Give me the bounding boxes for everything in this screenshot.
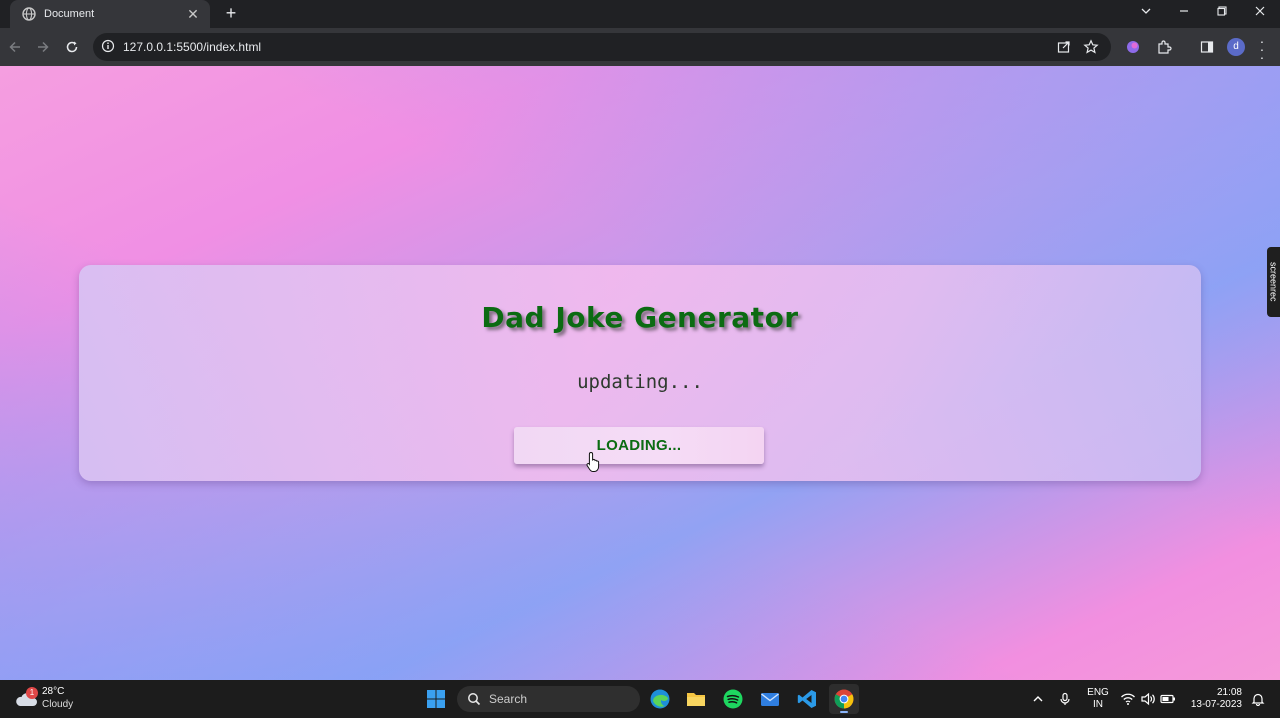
search-label: Search <box>489 692 528 706</box>
browser-toolbar: 127.0.0.1:5500/index.html d · · · <box>0 28 1280 66</box>
menu-kebab-icon[interactable]: · · · <box>1257 34 1267 64</box>
weather-condition: Cloudy <box>42 699 74 710</box>
edge-browser-icon[interactable] <box>649 688 671 710</box>
chrome-icon[interactable] <box>833 688 855 710</box>
reload-icon[interactable] <box>62 37 82 57</box>
screenrec-label: screenrec <box>1268 262 1279 302</box>
vscode-icon[interactable] <box>796 688 818 710</box>
clock-date: 13-07-2023 <box>1190 699 1242 710</box>
forward-arrow-icon[interactable] <box>33 37 53 57</box>
weather-notification-badge: 1 <box>26 686 38 699</box>
notification-bell-icon[interactable] <box>1250 691 1266 707</box>
battery-icon[interactable] <box>1160 691 1176 707</box>
minimize-icon[interactable] <box>1174 4 1194 22</box>
back-arrow-icon[interactable] <box>5 37 25 57</box>
bookmark-star-icon[interactable] <box>1083 39 1099 55</box>
address-bar[interactable]: 127.0.0.1:5500/index.html <box>93 33 1111 61</box>
page-title: Dad Joke Generator <box>481 301 799 334</box>
weather-temperature: 28°C <box>42 686 65 697</box>
microphone-icon[interactable] <box>1057 691 1073 707</box>
weather-widget[interactable]: 1 28°C Cloudy <box>14 686 73 711</box>
windows-start-icon[interactable] <box>426 689 446 709</box>
close-window-icon[interactable] <box>1250 4 1270 22</box>
system-clock[interactable]: 21:08 13-07-2023 <box>1186 687 1242 711</box>
extensions-puzzle-icon[interactable] <box>1156 39 1172 55</box>
joke-button[interactable]: LOADING... <box>514 427 764 464</box>
spotify-icon[interactable] <box>722 688 744 710</box>
tab-title: Document <box>44 8 95 20</box>
side-panel-icon[interactable] <box>1199 39 1215 55</box>
windows-taskbar: 1 28°C Cloudy Search ENG IN 21:08 13-07-… <box>0 680 1280 718</box>
clock-time: 21:08 <box>1216 687 1242 698</box>
url-text: 127.0.0.1:5500/index.html <box>123 40 262 54</box>
volume-icon[interactable] <box>1140 691 1156 707</box>
lang-secondary: IN <box>1093 699 1103 710</box>
joke-card: Dad Joke Generator updating... LOADING..… <box>79 265 1201 481</box>
page-viewport: Dad Joke Generator updating... LOADING..… <box>0 66 1280 680</box>
wifi-icon[interactable] <box>1120 691 1136 707</box>
mail-icon[interactable] <box>759 688 781 710</box>
cloud-icon: 1 <box>14 686 38 709</box>
tray-chevron-up-icon[interactable] <box>1030 691 1046 707</box>
globe-icon <box>22 7 36 21</box>
screenrec-badge[interactable]: screenrec <box>1267 247 1280 317</box>
profile-avatar[interactable]: d <box>1227 38 1245 56</box>
tab-strip: Document ✕ + <box>0 0 1280 28</box>
site-info-icon[interactable] <box>101 39 117 55</box>
share-icon[interactable] <box>1056 39 1072 55</box>
tab-document[interactable]: Document ✕ <box>10 0 210 28</box>
search-icon <box>468 693 481 706</box>
file-explorer-icon[interactable] <box>685 688 707 710</box>
taskbar-search[interactable]: Search <box>457 686 640 712</box>
tab-search-chevron-icon[interactable] <box>1136 4 1156 22</box>
extension-orb-icon[interactable] <box>1125 39 1141 55</box>
joke-text: updating... <box>577 371 703 393</box>
restore-icon[interactable] <box>1212 4 1232 22</box>
language-indicator[interactable]: ENG IN <box>1086 687 1110 711</box>
lang-primary: ENG <box>1087 687 1109 698</box>
hand-cursor-icon <box>586 451 600 472</box>
new-tab-button[interactable]: + <box>220 3 242 25</box>
close-tab-icon[interactable]: ✕ <box>186 7 200 21</box>
